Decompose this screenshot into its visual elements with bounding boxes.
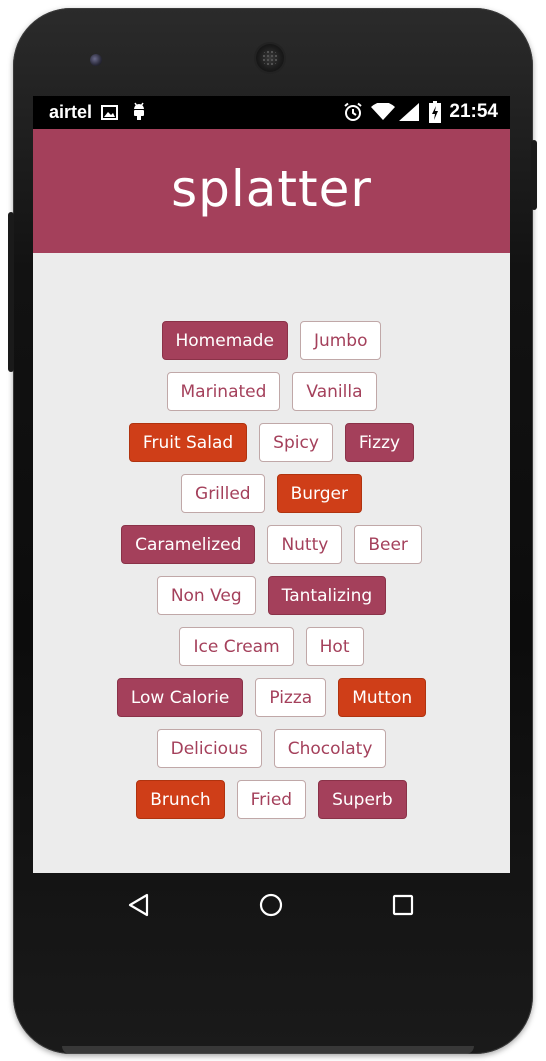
tag-ice-cream[interactable]: Ice Cream bbox=[179, 627, 294, 666]
tag-pizza[interactable]: Pizza bbox=[255, 678, 327, 717]
tag-grilled[interactable]: Grilled bbox=[181, 474, 265, 513]
tag-fizzy[interactable]: Fizzy bbox=[344, 423, 415, 462]
back-button[interactable] bbox=[123, 889, 155, 921]
front-camera-icon bbox=[90, 54, 102, 66]
android-icon bbox=[131, 101, 147, 125]
tag-spicy[interactable]: Spicy bbox=[259, 423, 333, 462]
tag-jumbo[interactable]: Jumbo bbox=[299, 321, 382, 360]
wifi-icon bbox=[371, 102, 395, 125]
tag-row: Non Veg Tantalizing bbox=[33, 576, 510, 615]
tag-caramelized[interactable]: Caramelized bbox=[121, 525, 256, 564]
tag-tantalizing[interactable]: Tantalizing bbox=[267, 576, 387, 615]
signal-icon bbox=[399, 103, 419, 125]
tag-row: Caramelized Nutty Beer bbox=[33, 525, 510, 564]
tag-nutty[interactable]: Nutty bbox=[267, 525, 343, 564]
tag-delicious[interactable]: Delicious bbox=[156, 729, 262, 768]
tag-row: Marinated Vanilla bbox=[33, 372, 510, 411]
tag-row: Delicious Chocolaty bbox=[33, 729, 510, 768]
tag-mutton[interactable]: Mutton bbox=[338, 678, 427, 717]
tag-fried[interactable]: Fried bbox=[236, 780, 307, 819]
tag-chocolaty[interactable]: Chocolaty bbox=[273, 729, 387, 768]
tag-burger[interactable]: Burger bbox=[276, 474, 362, 513]
tag-row: Brunch Fried Superb bbox=[33, 780, 510, 819]
status-clock: 21:54 bbox=[449, 101, 498, 122]
tag-beer[interactable]: Beer bbox=[354, 525, 422, 564]
earpiece-speaker-icon bbox=[256, 44, 284, 72]
tag-non-veg[interactable]: Non Veg bbox=[156, 576, 256, 615]
power-button bbox=[531, 140, 537, 210]
carrier-label: airtel bbox=[49, 102, 93, 122]
home-button[interactable] bbox=[255, 889, 287, 921]
tag-brunch[interactable]: Brunch bbox=[136, 780, 225, 819]
app-title: splatter bbox=[171, 160, 372, 218]
tag-row: Ice Cream Hot bbox=[33, 627, 510, 666]
tag-cloud: Homemade Jumbo Marinated Vanilla Fruit Salad… bbox=[33, 321, 510, 831]
tag-row: Low Calorie Pizza Mutton bbox=[33, 678, 510, 717]
image-icon bbox=[101, 105, 118, 124]
app-bar: splatter bbox=[33, 129, 510, 253]
recents-icon bbox=[392, 894, 414, 916]
tag-fruit-salad[interactable]: Fruit Salad bbox=[128, 423, 248, 462]
battery-charging-icon bbox=[429, 101, 441, 127]
phone-bottom-rim bbox=[62, 1046, 474, 1054]
tag-superb[interactable]: Superb bbox=[318, 780, 407, 819]
recents-button[interactable] bbox=[387, 889, 419, 921]
navigation-bar bbox=[33, 873, 510, 937]
volume-button bbox=[8, 212, 14, 372]
screen: airtel 21:54 splatter Homemade Jumbo Mar… bbox=[33, 96, 510, 873]
tag-vanilla[interactable]: Vanilla bbox=[292, 372, 377, 411]
tag-row: Grilled Burger bbox=[33, 474, 510, 513]
status-bar: airtel 21:54 bbox=[33, 96, 510, 129]
home-icon bbox=[259, 893, 283, 917]
tag-row: Homemade Jumbo bbox=[33, 321, 510, 360]
tag-marinated[interactable]: Marinated bbox=[166, 372, 281, 411]
back-icon bbox=[128, 893, 149, 917]
tag-hot[interactable]: Hot bbox=[305, 627, 364, 666]
tag-low-calorie[interactable]: Low Calorie bbox=[116, 678, 244, 717]
alarm-icon bbox=[343, 102, 363, 126]
tag-row: Fruit Salad Spicy Fizzy bbox=[33, 423, 510, 462]
tag-homemade[interactable]: Homemade bbox=[161, 321, 288, 360]
